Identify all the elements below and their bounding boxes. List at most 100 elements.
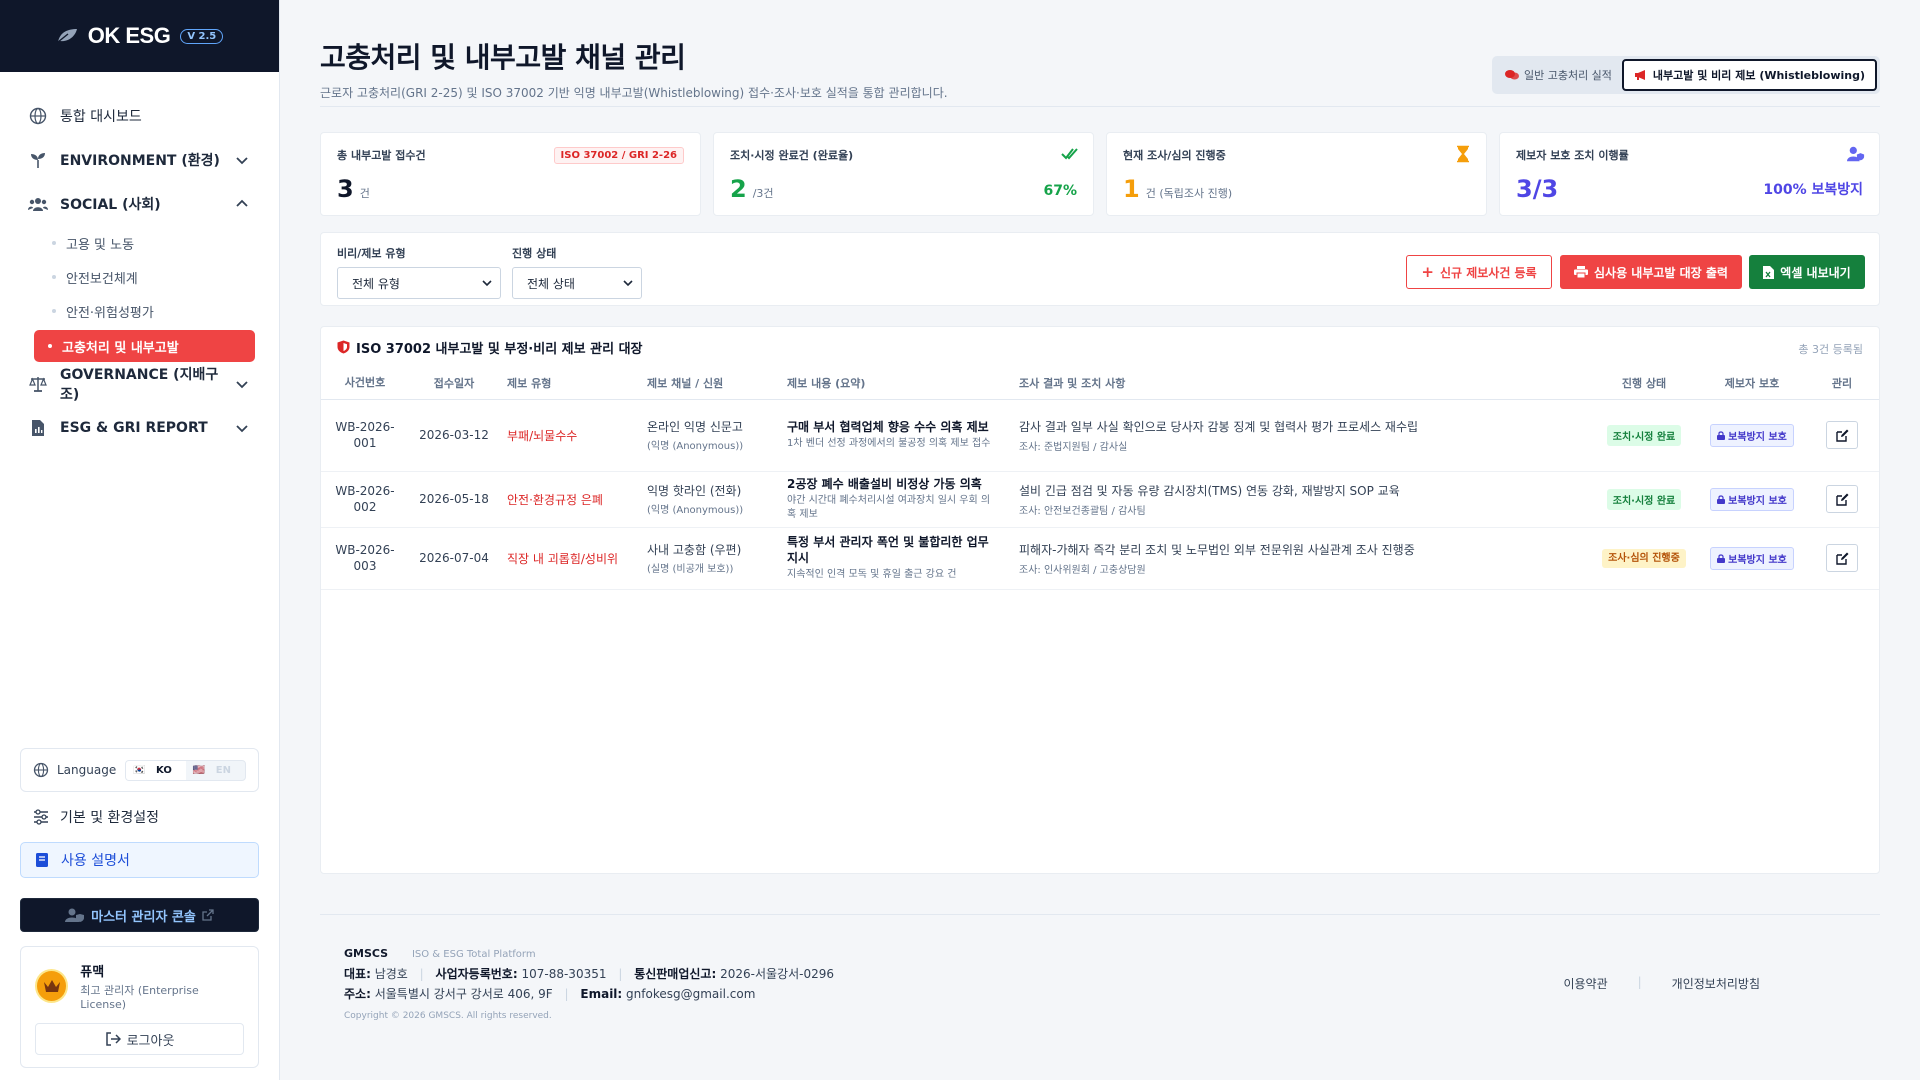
- case-id[interactable]: WB-2026-002: [321, 471, 409, 528]
- view-tabs: 일반 고충처리 실적 내부고발 및 비리 제보 (Whistleblowing): [1491, 56, 1880, 94]
- footer-biz: 107-88-30351: [521, 967, 607, 981]
- kpi-unit: 건 (독립조사 진행): [1145, 187, 1233, 200]
- status-filter-select[interactable]: 전체 상태: [512, 267, 642, 299]
- print-ledger-button[interactable]: 심사용 내부고발 대장 출력: [1560, 255, 1742, 289]
- kpi-label: 제보자 보호 조치 이행률: [1516, 149, 1629, 162]
- tab-whistleblowing[interactable]: 내부고발 및 비리 제보 (Whistleblowing): [1621, 59, 1877, 91]
- social-submenu: 고용 및 노동 안전보건체계 안전·위험성평가 고충처리 및 내부고발: [28, 226, 255, 362]
- master-console-button[interactable]: 마스터 관리자 콘솔: [20, 898, 259, 932]
- footer-contact: 주소: 서울특별시 강서구 강서로 406, 9F | Email: gnfok…: [344, 985, 755, 1002]
- sub-item-risk-assessment[interactable]: 안전·위험성평가: [42, 294, 255, 328]
- footer-rep: 남경호: [374, 967, 408, 981]
- sign-out-icon: [105, 1032, 121, 1046]
- version-badge: V 2.5: [180, 28, 224, 44]
- protection-label: 보복방지 보호: [1728, 495, 1787, 507]
- bullet-icon: [52, 275, 56, 279]
- table-row[interactable]: WB-2026-002 2026-05-18 안전·환경규정 은폐 익명 핫라인…: [321, 471, 1879, 528]
- nav-social[interactable]: SOCIAL (사회): [28, 182, 255, 226]
- seedling-icon: [28, 150, 48, 170]
- kpi-value-row: 3 건: [337, 175, 684, 203]
- language-label: Language: [57, 763, 117, 777]
- protection-badge: 보복방지 보호: [1710, 423, 1794, 447]
- case-id[interactable]: WB-2026-001: [321, 399, 409, 472]
- header-divider: [320, 106, 1880, 107]
- manual-link[interactable]: 사용 설명서: [20, 842, 259, 878]
- nav-dashboard-label: 통합 대시보드: [60, 109, 142, 125]
- column-header[interactable]: 사건번호: [321, 367, 409, 400]
- column-header[interactable]: 제보 유형: [499, 367, 639, 400]
- identity: (익명 (Anonymous)): [647, 505, 744, 516]
- user-role: 최고 관리자 (Enterprise License): [80, 984, 199, 1011]
- terms-link[interactable]: 이용약관: [1563, 975, 1607, 992]
- user-card: 퓨맥 최고 관리자 (Enterprise License) 로그아웃: [20, 946, 259, 1068]
- footer-sales-label: 통신판매업신고:: [634, 967, 717, 981]
- identity: (익명 (Anonymous)): [647, 441, 744, 452]
- footer-platform: ISO & ESG Total Platform: [411, 949, 536, 960]
- footer-company: GMSCS: [344, 947, 389, 960]
- kpi-unit: 건: [359, 187, 370, 200]
- case-id[interactable]: WB-2026-003: [321, 527, 409, 590]
- channel-cell: 사내 고충함 (우편) (실명 (비공개 보호)): [639, 527, 779, 590]
- identity: (실명 (비공개 보호)): [647, 564, 734, 575]
- separator: |: [618, 967, 623, 981]
- protection-cell: 보복방지 보호: [1699, 471, 1805, 528]
- edit-icon: [1835, 552, 1848, 565]
- report-type: 직장 내 괴롭힘/성비위: [499, 527, 639, 590]
- result-text: 설비 긴급 점검 및 자동 유량 감시장치(TMS) 연동 강화, 재발방지 S…: [1019, 483, 1400, 498]
- chevron-up-icon: [236, 199, 248, 207]
- kpi-cards: 총 내부고발 접수건 ISO 37002 / GRI 2-26 3 건 조치·시…: [320, 132, 1880, 216]
- check-double-icon: [1061, 148, 1078, 160]
- logout-button[interactable]: 로그아웃: [35, 1023, 244, 1055]
- nav-governance[interactable]: GOVERNANCE (지배구조): [28, 362, 255, 406]
- footer-sales: 2026-서울강서-0296: [720, 967, 835, 981]
- settings-link[interactable]: 기본 및 환경설정: [20, 798, 259, 836]
- lang-en-button[interactable]: 🇺🇸 EN: [186, 761, 245, 780]
- channel: 온라인 익명 신문고: [647, 420, 743, 434]
- footer-brand: GMSCS ISO & ESG Total Platform: [344, 947, 536, 960]
- new-report-label: 신규 제보사건 등록: [1439, 265, 1537, 280]
- edit-button[interactable]: [1826, 485, 1858, 513]
- edit-button[interactable]: [1826, 544, 1858, 572]
- column-header[interactable]: 제보 내용 (요약): [779, 367, 999, 400]
- channel: 익명 핫라인 (전화): [647, 484, 742, 498]
- sub-item-grievance[interactable]: 고충처리 및 내부고발: [34, 330, 255, 362]
- column-header[interactable]: 진행 상태: [1589, 367, 1699, 400]
- summary-cell: 특정 부서 관리자 폭언 및 불합리한 업무 지시 지속적인 인격 모독 및 휴…: [779, 527, 999, 590]
- scale-icon: [28, 374, 48, 394]
- column-header[interactable]: 제보자 보호: [1699, 367, 1805, 400]
- nav-environment[interactable]: ENVIRONMENT (환경): [28, 138, 255, 182]
- sub-item-safety-system[interactable]: 안전보건체계: [42, 260, 255, 294]
- footer-email-label: Email:: [580, 987, 623, 1001]
- channel-cell: 온라인 익명 신문고 (익명 (Anonymous)): [639, 399, 779, 472]
- summary-title: 2공장 폐수 배출설비 비정상 가동 의혹: [787, 477, 982, 491]
- nav-dashboard[interactable]: 통합 대시보드: [28, 94, 255, 138]
- excel-export-button[interactable]: 엑셀 내보내기: [1749, 255, 1865, 289]
- summary-detail: 1차 벤더 선정 과정에서의 불공정 의혹 제보 접수: [787, 438, 991, 449]
- nav-report[interactable]: ESG & GRI REPORT: [28, 406, 255, 450]
- column-header[interactable]: 접수일자: [409, 367, 499, 400]
- investigator: 조사: 안전보건종괄팀 / 감사팀: [1019, 505, 1146, 517]
- new-report-button[interactable]: + 신규 제보사건 등록: [1406, 255, 1552, 289]
- language-switcher: Language 🇰🇷 KO 🇺🇸 EN: [20, 748, 259, 792]
- edit-button[interactable]: [1826, 421, 1858, 449]
- globe-icon: [28, 106, 48, 126]
- shield-icon: [337, 340, 350, 354]
- sub-item-employment[interactable]: 고용 및 노동: [42, 226, 255, 260]
- column-header[interactable]: 제보 채널 / 신원: [639, 367, 779, 400]
- type-filter-select[interactable]: 전체 유형: [337, 267, 501, 299]
- status-badge: 조사·심의 진행중: [1602, 548, 1686, 568]
- footer-email[interactable]: gnfokesg@gmail.com: [626, 987, 755, 1001]
- table-row[interactable]: WB-2026-003 2026-07-04 직장 내 괴롭힘/성비위 사내 고…: [321, 527, 1879, 590]
- leaf-logo-icon: [57, 29, 77, 43]
- tab-general-grievance[interactable]: 일반 고충처리 실적: [1495, 59, 1622, 91]
- brand-header[interactable]: OK ESG V 2.5: [0, 0, 279, 72]
- result-text: 감사 결과 일부 사실 확인으로 당사자 감봉 징계 및 협력사 평가 프로세스…: [1019, 419, 1419, 434]
- column-header[interactable]: 조사 결과 및 조치 사항: [999, 367, 1589, 400]
- summary-title: 구매 부서 협력업체 향응 수수 의혹 제보: [787, 420, 989, 434]
- hourglass-icon: [1457, 145, 1469, 163]
- bullet-icon: [52, 241, 56, 245]
- type-filter-group: 비리/제보 유형 전체 유형: [337, 245, 501, 299]
- lang-ko-button[interactable]: 🇰🇷 KO: [126, 760, 186, 780]
- privacy-link[interactable]: 개인정보처리방침: [1672, 975, 1760, 992]
- table-row[interactable]: WB-2026-001 2026-03-12 부패/뇌물수수 온라인 익명 신문…: [321, 399, 1879, 472]
